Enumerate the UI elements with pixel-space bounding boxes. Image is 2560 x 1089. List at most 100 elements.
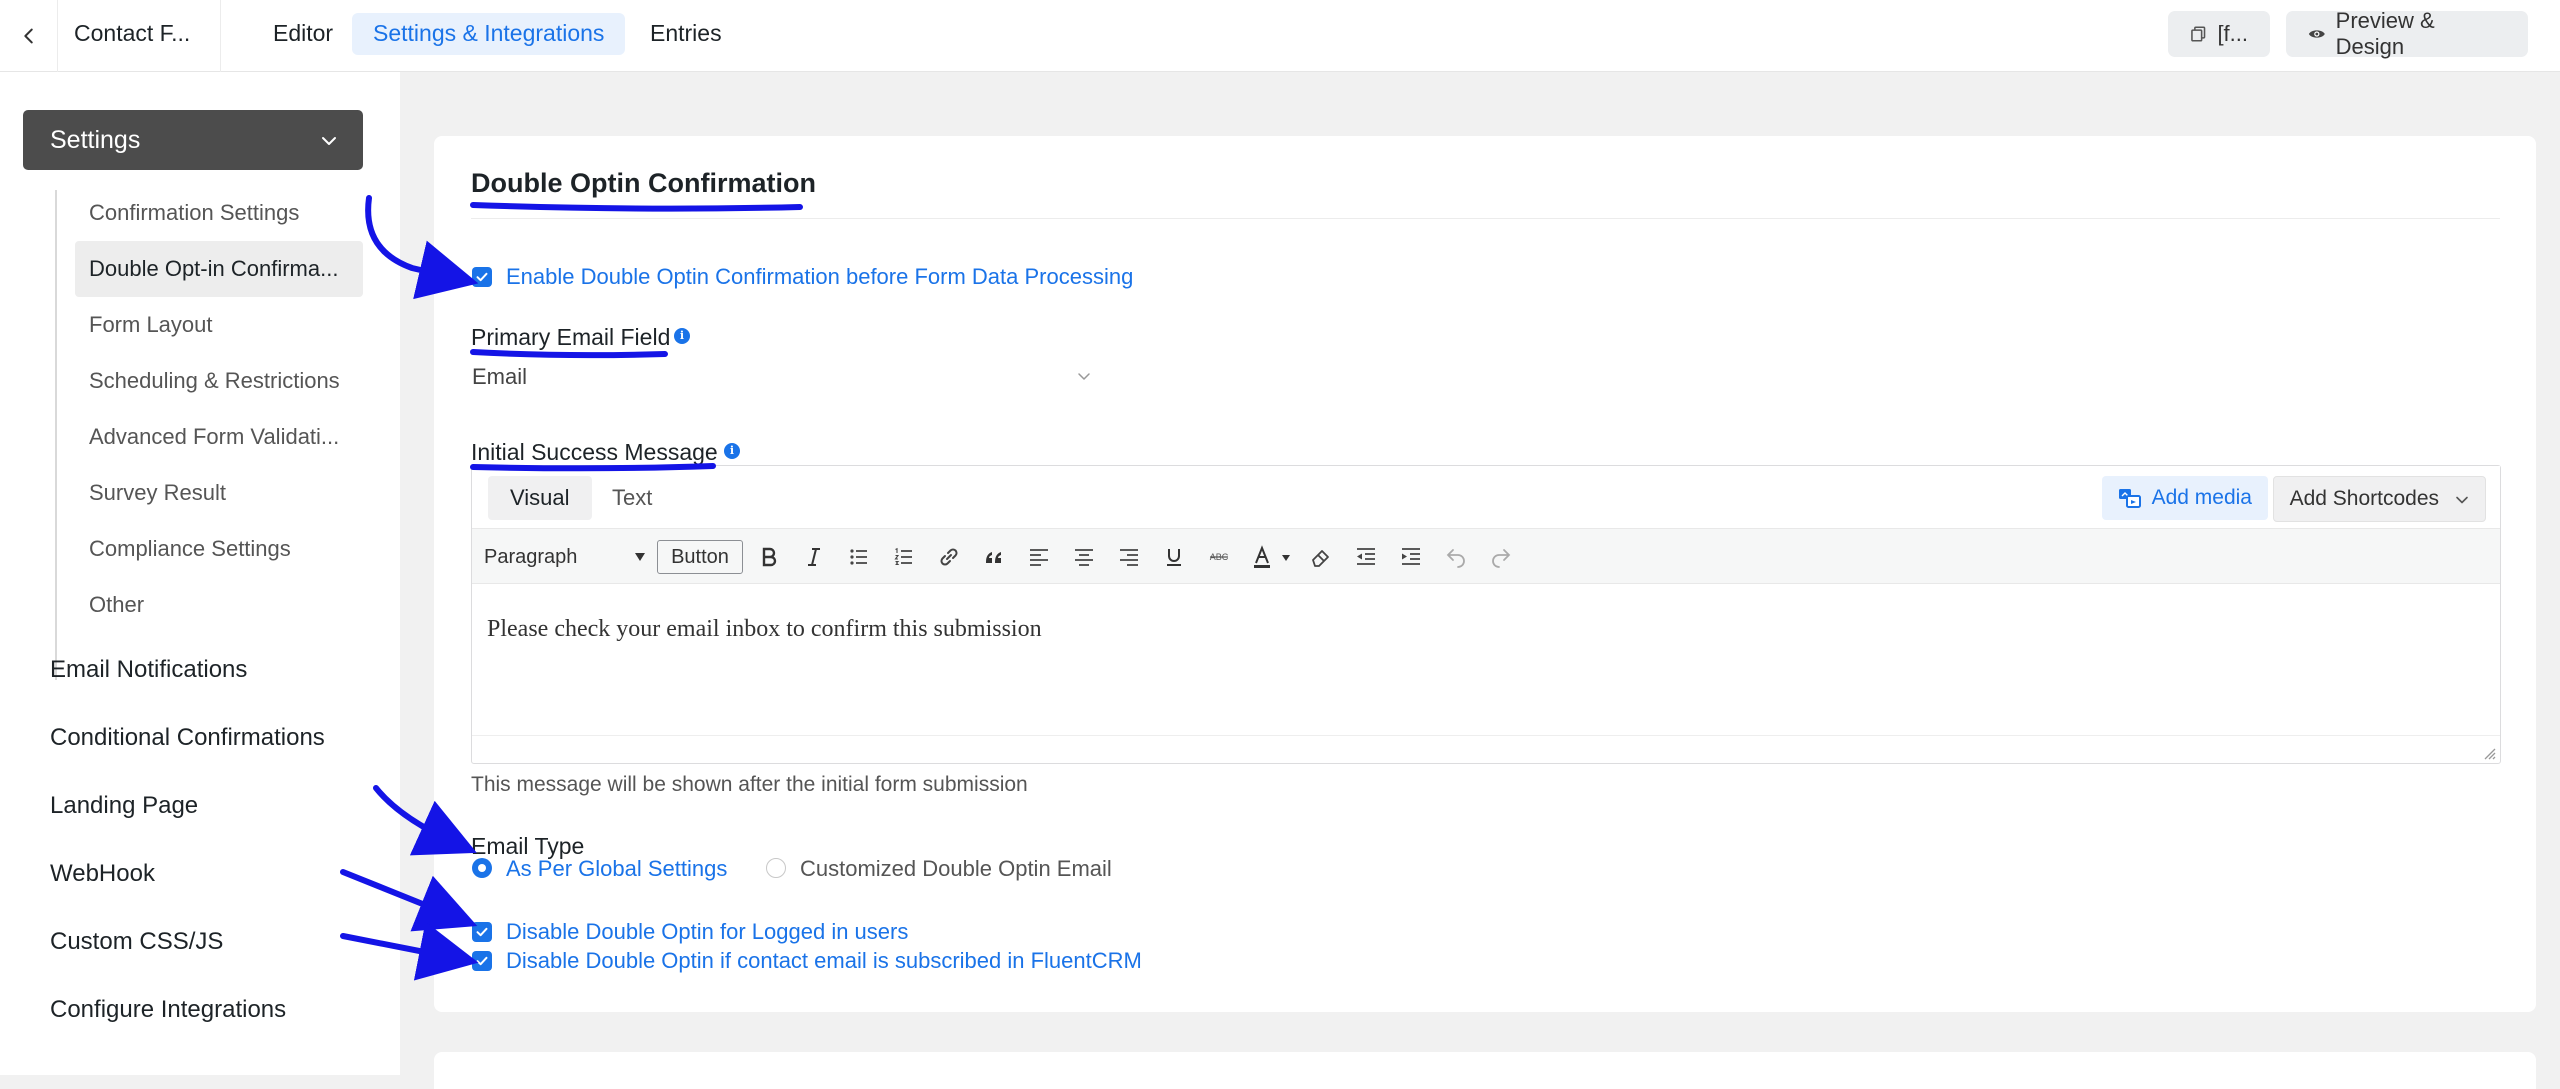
sidebar-item-label: Compliance Settings: [89, 536, 291, 561]
indent-icon[interactable]: [1398, 544, 1424, 570]
add-shortcodes-button[interactable]: Add Shortcodes: [2272, 476, 2486, 522]
sidebar-item-label: Scheduling & Restrictions: [89, 368, 340, 393]
info-icon[interactable]: i: [674, 328, 690, 344]
redo-icon[interactable]: [1488, 544, 1514, 570]
chevron-down-icon: [322, 137, 336, 145]
add-shortcodes-label: Add Shortcodes: [2289, 487, 2439, 510]
numbered-list-icon[interactable]: [891, 544, 917, 570]
disable-logged-in-label[interactable]: Disable Double Optin for Logged in users: [506, 919, 908, 945]
editor-content[interactable]: Please check your email inbox to confirm…: [487, 616, 1042, 643]
chevron-left-icon: [23, 28, 33, 44]
double-optin-card: Double Optin Confirmation Enable Double …: [434, 136, 2536, 1012]
next-section-card: [434, 1052, 2536, 1089]
tab-text[interactable]: Text: [590, 476, 674, 520]
tab-editor[interactable]: Editor: [252, 13, 354, 55]
chevron-down-icon: [2456, 496, 2468, 504]
sidebar-item-label: Other: [89, 592, 145, 617]
text-color-icon[interactable]: [1251, 544, 1291, 570]
sidebar-item-advanced-validation[interactable]: Advanced Form Validati...: [75, 409, 363, 465]
italic-icon[interactable]: [801, 544, 827, 570]
rich-text-editor: Visual Text Add media Add Shortcodes Par…: [471, 465, 2501, 764]
chevron-down-icon[interactable]: [1076, 368, 1092, 384]
link-icon[interactable]: [936, 544, 962, 570]
sidebar-item-survey-result[interactable]: Survey Result: [75, 465, 363, 521]
initial-success-message-label: Initial Success Message: [471, 439, 718, 465]
sidebar-item-confirmation-settings[interactable]: Confirmation Settings: [75, 185, 363, 241]
editor-toolbar: Paragraph Button ABC: [472, 528, 2500, 584]
sidebar-item-compliance[interactable]: Compliance Settings: [75, 521, 363, 577]
align-center-icon[interactable]: [1071, 544, 1097, 570]
divider: [471, 218, 2500, 219]
enable-double-optin-checkbox[interactable]: [472, 267, 492, 287]
eraser-icon[interactable]: [1308, 544, 1334, 570]
primary-email-select[interactable]: Email: [472, 364, 527, 390]
sidebar-item-label: Advanced Form Validati...: [89, 424, 340, 449]
undo-icon[interactable]: [1443, 544, 1469, 570]
eye-icon: [2308, 30, 2325, 38]
sidebar-item-email-notifications[interactable]: Email Notifications: [50, 656, 247, 684]
add-media-label: Add media: [2151, 486, 2252, 509]
check-icon: [476, 927, 488, 937]
tab-entries[interactable]: Entries: [629, 13, 743, 55]
media-icon: [2118, 489, 2141, 508]
strikethrough-icon[interactable]: ABC: [1206, 544, 1232, 570]
editor-tabs: Visual Text Add media Add Shortcodes: [472, 466, 2500, 528]
format-select-value: Paragraph: [484, 546, 578, 568]
caret-down-icon: [635, 553, 645, 561]
sidebar-item-configure-integrations[interactable]: Configure Integrations: [50, 996, 286, 1024]
tab-visual[interactable]: Visual: [488, 476, 592, 520]
underline-icon[interactable]: [1161, 544, 1187, 570]
blockquote-icon[interactable]: [981, 544, 1007, 570]
info-icon[interactable]: i: [724, 443, 740, 459]
sidebar-item-label: Double Opt-in Confirma...: [89, 256, 339, 281]
editor-statusbar: [472, 735, 2500, 763]
radio-customized-email-label[interactable]: Customized Double Optin Email: [800, 856, 1112, 882]
sidebar-item-scheduling[interactable]: Scheduling & Restrictions: [75, 353, 363, 409]
bullet-list-icon[interactable]: [846, 544, 872, 570]
tree-line: [55, 190, 57, 680]
sidebar-item-label: Form Layout: [89, 312, 213, 337]
tab-settings-integrations[interactable]: Settings & Integrations: [352, 13, 626, 55]
sidebar-item-other[interactable]: Other: [75, 577, 363, 633]
sidebar-item-form-layout[interactable]: Form Layout: [75, 297, 363, 353]
radio-global-settings[interactable]: [472, 858, 492, 878]
disable-fluentcrm-checkbox[interactable]: [472, 951, 492, 971]
page-title: Double Optin Confirmation: [471, 168, 816, 198]
form-name[interactable]: Contact F...: [74, 0, 190, 72]
sidebar-item-label: Survey Result: [89, 480, 226, 505]
shortcode-label: [f...: [2217, 21, 2248, 46]
sidebar-item-conditional-confirmations[interactable]: Conditional Confirmations: [50, 724, 325, 752]
check-icon: [476, 272, 488, 282]
resize-grip-icon[interactable]: [2480, 744, 2496, 760]
shortcode-button[interactable]: [f...: [2168, 11, 2270, 57]
help-text: This message will be shown after the ini…: [471, 773, 1028, 796]
radio-global-settings-label[interactable]: As Per Global Settings: [506, 856, 727, 882]
copy-icon: [2191, 26, 2206, 42]
preview-label: Preview & Design: [2335, 8, 2435, 59]
align-right-icon[interactable]: [1116, 544, 1142, 570]
settings-menu-toggle[interactable]: Settings: [23, 110, 363, 170]
primary-email-field-label: Primary Email Field: [471, 324, 671, 350]
disable-logged-in-checkbox[interactable]: [472, 922, 492, 942]
divider: [220, 0, 221, 72]
preview-design-button[interactable]: Preview & Design: [2286, 8, 2528, 59]
settings-menu-label: Settings: [50, 126, 141, 154]
outdent-icon[interactable]: [1353, 544, 1379, 570]
back-button[interactable]: [0, 0, 58, 72]
add-media-button[interactable]: Add media: [2101, 476, 2268, 520]
sidebar-item-webhook[interactable]: WebHook: [50, 860, 155, 888]
sidebar-item-double-optin[interactable]: Double Opt-in Confirma...: [75, 241, 363, 297]
bold-icon[interactable]: [756, 544, 782, 570]
disable-fluentcrm-label[interactable]: Disable Double Optin if contact email is…: [506, 948, 1142, 974]
top-bar: Contact F... Editor Settings & Integrati…: [0, 0, 2560, 72]
sidebar-item-landing-page[interactable]: Landing Page: [50, 792, 198, 820]
align-left-icon[interactable]: [1026, 544, 1052, 570]
insert-button-button[interactable]: Button: [657, 540, 743, 574]
enable-double-optin-label[interactable]: Enable Double Optin Confirmation before …: [506, 264, 1133, 290]
sidebar-item-label: Confirmation Settings: [89, 200, 300, 225]
settings-sidebar: Settings Confirmation Settings Double Op…: [0, 72, 400, 1075]
radio-customized-email[interactable]: [766, 858, 786, 878]
check-icon: [476, 956, 488, 966]
sidebar-item-custom-css-js[interactable]: Custom CSS/JS: [50, 928, 223, 956]
format-select[interactable]: Paragraph: [484, 542, 652, 572]
